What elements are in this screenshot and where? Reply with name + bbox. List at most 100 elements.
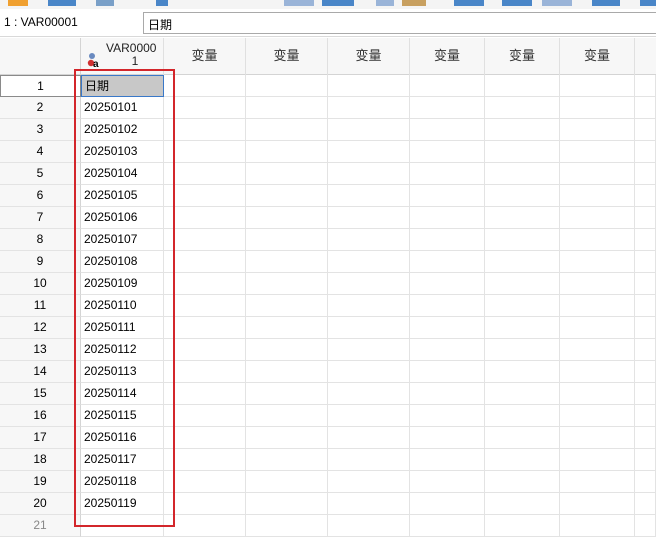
data-cell-empty[interactable] — [164, 427, 246, 449]
data-cell-empty[interactable] — [328, 295, 410, 317]
data-cell-empty[interactable] — [246, 427, 328, 449]
data-cell-empty[interactable] — [246, 163, 328, 185]
toolbar-icon[interactable] — [376, 0, 394, 6]
data-cell-empty[interactable] — [635, 295, 656, 317]
data-cell-empty[interactable] — [328, 207, 410, 229]
data-cell-empty[interactable] — [164, 295, 246, 317]
data-cell-empty[interactable] — [635, 163, 656, 185]
data-cell-empty[interactable] — [410, 141, 485, 163]
data-cell-empty[interactable] — [560, 515, 635, 537]
data-cell-empty[interactable] — [410, 229, 485, 251]
toolbar-icon[interactable] — [640, 0, 656, 6]
data-cell-empty[interactable] — [635, 361, 656, 383]
data-cell-empty[interactable] — [410, 251, 485, 273]
data-cell-empty[interactable] — [635, 185, 656, 207]
data-cell-empty[interactable] — [328, 141, 410, 163]
data-cell-var00001[interactable]: 20250109 — [81, 273, 164, 295]
data-cell-empty[interactable] — [164, 515, 246, 537]
data-cell-empty[interactable] — [246, 75, 328, 97]
data-cell-empty[interactable] — [485, 273, 560, 295]
data-cell-empty[interactable] — [410, 75, 485, 97]
data-cell-empty[interactable] — [246, 141, 328, 163]
toolbar-icon[interactable] — [592, 0, 620, 6]
data-cell-empty[interactable] — [485, 75, 560, 97]
data-cell-empty[interactable] — [410, 405, 485, 427]
data-cell-empty[interactable] — [485, 383, 560, 405]
data-cell-empty[interactable] — [410, 471, 485, 493]
data-cell-empty[interactable] — [164, 185, 246, 207]
data-cell-empty[interactable] — [246, 251, 328, 273]
data-cell-empty[interactable] — [164, 163, 246, 185]
data-cell-empty[interactable] — [485, 317, 560, 339]
data-cell-empty[interactable] — [485, 449, 560, 471]
data-cell-empty[interactable] — [164, 141, 246, 163]
row-number[interactable]: 10 — [0, 273, 81, 295]
data-cell-empty[interactable] — [246, 229, 328, 251]
data-cell-var00001[interactable]: 20250119 — [81, 493, 164, 515]
row-number[interactable]: 20 — [0, 493, 81, 515]
data-cell-empty[interactable] — [485, 471, 560, 493]
data-cell-empty[interactable] — [560, 295, 635, 317]
data-cell-empty[interactable] — [635, 515, 656, 537]
row-number[interactable]: 13 — [0, 339, 81, 361]
data-cell-empty[interactable] — [560, 163, 635, 185]
data-cell-empty[interactable] — [246, 295, 328, 317]
data-cell-empty[interactable] — [635, 141, 656, 163]
data-cell-empty[interactable] — [560, 427, 635, 449]
data-cell-empty[interactable] — [410, 119, 485, 141]
data-cell-empty[interactable] — [246, 471, 328, 493]
data-cell-empty[interactable] — [328, 119, 410, 141]
data-cell-empty[interactable] — [485, 515, 560, 537]
data-cell-empty[interactable] — [410, 273, 485, 295]
column-header-empty[interactable]: 变量 — [246, 38, 328, 75]
data-cell-empty[interactable] — [328, 361, 410, 383]
data-cell-empty[interactable] — [246, 207, 328, 229]
data-cell-empty[interactable] — [410, 427, 485, 449]
data-cell-empty[interactable] — [246, 97, 328, 119]
row-number[interactable]: 19 — [0, 471, 81, 493]
data-cell-empty[interactable] — [410, 207, 485, 229]
cell-value-input[interactable]: 日期 — [143, 12, 656, 34]
data-cell-empty[interactable] — [560, 229, 635, 251]
data-cell-empty[interactable] — [560, 119, 635, 141]
data-cell-var00001[interactable]: 20250116 — [81, 427, 164, 449]
data-cell-empty[interactable] — [410, 449, 485, 471]
data-cell-empty[interactable] — [328, 515, 410, 537]
data-cell-empty[interactable] — [246, 317, 328, 339]
data-cell-empty[interactable] — [328, 339, 410, 361]
data-cell-empty[interactable] — [635, 75, 656, 97]
data-cell-var00001[interactable]: 20250115 — [81, 405, 164, 427]
data-cell-empty[interactable] — [164, 361, 246, 383]
data-cell-var00001[interactable]: 20250107 — [81, 229, 164, 251]
data-cell-empty[interactable] — [328, 493, 410, 515]
data-cell-empty[interactable] — [410, 515, 485, 537]
data-cell-empty[interactable] — [485, 185, 560, 207]
data-cell-var00001[interactable]: 20250106 — [81, 207, 164, 229]
data-cell-empty[interactable] — [560, 97, 635, 119]
data-cell-var00001[interactable]: 20250118 — [81, 471, 164, 493]
data-cell-empty[interactable] — [560, 383, 635, 405]
row-number[interactable]: 16 — [0, 405, 81, 427]
data-cell-empty[interactable] — [560, 339, 635, 361]
data-cell-var00001[interactable]: 20250101 — [81, 97, 164, 119]
data-cell-empty[interactable] — [246, 119, 328, 141]
data-cell-empty[interactable] — [246, 273, 328, 295]
data-cell-empty[interactable] — [328, 405, 410, 427]
data-cell-empty[interactable] — [164, 97, 246, 119]
data-cell-empty[interactable] — [328, 449, 410, 471]
data-cell-var00001[interactable]: 20250104 — [81, 163, 164, 185]
data-cell-empty[interactable] — [410, 361, 485, 383]
row-number[interactable]: 18 — [0, 449, 81, 471]
data-cell-empty[interactable] — [485, 427, 560, 449]
data-cell-empty[interactable] — [485, 251, 560, 273]
toolbar-icon[interactable] — [402, 0, 426, 6]
data-cell-empty[interactable] — [410, 295, 485, 317]
data-cell-empty[interactable] — [164, 471, 246, 493]
data-cell-empty[interactable] — [328, 251, 410, 273]
data-cell-empty[interactable] — [328, 273, 410, 295]
data-cell-var00001[interactable]: 20250108 — [81, 251, 164, 273]
data-cell-var00001[interactable]: 20250111 — [81, 317, 164, 339]
row-number[interactable]: 7 — [0, 207, 81, 229]
data-cell-empty[interactable] — [410, 185, 485, 207]
row-number[interactable]: 9 — [0, 251, 81, 273]
